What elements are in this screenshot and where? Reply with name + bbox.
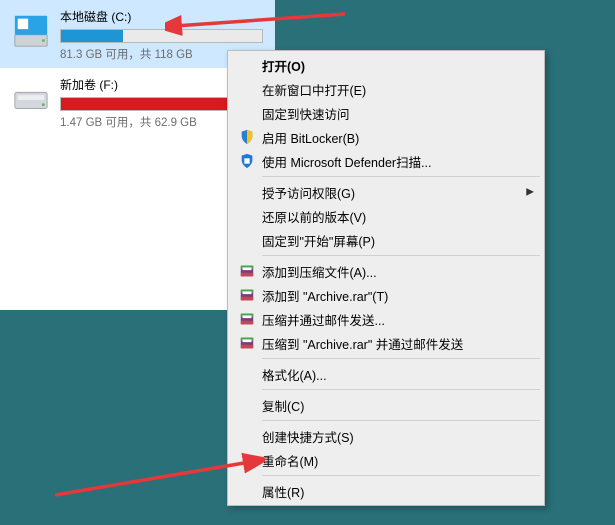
winrar-icon bbox=[238, 310, 256, 328]
winrar-icon bbox=[238, 286, 256, 304]
menu-item[interactable]: 重命名(M) bbox=[230, 448, 542, 472]
menu-item-label: 压缩并通过邮件发送... bbox=[262, 310, 520, 329]
chevron-right-icon: ▶ bbox=[526, 187, 534, 198]
menu-item[interactable]: 属性(R) bbox=[230, 479, 542, 503]
menu-item[interactable]: 在新窗口中打开(E) bbox=[230, 77, 542, 101]
menu-item[interactable]: 添加到 "Archive.rar"(T) bbox=[230, 283, 542, 307]
menu-item[interactable]: 添加到压缩文件(A)... bbox=[230, 259, 542, 283]
menu-item-label: 压缩到 "Archive.rar" 并通过邮件发送 bbox=[262, 334, 520, 353]
menu-item-label: 格式化(A)... bbox=[262, 365, 520, 384]
drive-usage-fill bbox=[61, 30, 123, 42]
menu-item-label: 打开(O) bbox=[262, 56, 520, 75]
menu-icon-placeholder bbox=[238, 183, 256, 201]
menu-icon-placeholder bbox=[238, 365, 256, 383]
menu-icon-placeholder bbox=[238, 207, 256, 225]
menu-item[interactable]: 使用 Microsoft Defender扫描... bbox=[230, 149, 542, 173]
menu-item-label: 还原以前的版本(V) bbox=[262, 207, 520, 226]
menu-icon-placeholder bbox=[238, 56, 256, 74]
menu-icon-placeholder bbox=[238, 451, 256, 469]
menu-icon-placeholder bbox=[238, 80, 256, 98]
winrar-icon bbox=[238, 262, 256, 280]
menu-icon-placeholder bbox=[238, 104, 256, 122]
drive-usage-bar bbox=[60, 29, 263, 43]
menu-item[interactable]: 固定到"开始"屏幕(P) bbox=[230, 228, 542, 252]
menu-icon-placeholder bbox=[238, 427, 256, 445]
menu-item[interactable]: 创建快捷方式(S) bbox=[230, 424, 542, 448]
menu-separator bbox=[262, 389, 540, 390]
drive-context-menu: 打开(O) 在新窗口中打开(E) 固定到快速访问 启用 BitLocker(B) 使… bbox=[227, 50, 545, 506]
menu-item[interactable]: 启用 BitLocker(B) bbox=[230, 125, 542, 149]
menu-item[interactable]: 固定到快速访问 bbox=[230, 101, 542, 125]
menu-icon-placeholder bbox=[238, 396, 256, 414]
menu-item[interactable]: 还原以前的版本(V) bbox=[230, 204, 542, 228]
menu-separator bbox=[262, 358, 540, 359]
menu-separator bbox=[262, 176, 540, 177]
menu-item-label: 添加到 "Archive.rar"(T) bbox=[262, 286, 520, 305]
menu-item[interactable]: 压缩并通过邮件发送... bbox=[230, 307, 542, 331]
menu-item-label: 添加到压缩文件(A)... bbox=[262, 262, 520, 281]
drive-icon bbox=[12, 80, 50, 118]
menu-item-label: 固定到"开始"屏幕(P) bbox=[262, 231, 520, 250]
menu-item-label: 属性(R) bbox=[262, 482, 520, 501]
menu-item[interactable]: 复制(C) bbox=[230, 393, 542, 417]
menu-item-label: 启用 BitLocker(B) bbox=[262, 128, 520, 147]
menu-item-label: 固定到快速访问 bbox=[262, 104, 520, 123]
menu-item[interactable]: 打开(O) bbox=[230, 53, 542, 77]
menu-item[interactable]: 授予访问权限(G) ▶ bbox=[230, 180, 542, 204]
menu-separator bbox=[262, 255, 540, 256]
menu-item-label: 复制(C) bbox=[262, 396, 520, 415]
menu-icon-placeholder bbox=[238, 231, 256, 249]
winrar-icon bbox=[238, 334, 256, 352]
menu-separator bbox=[262, 475, 540, 476]
shield-blue-icon bbox=[238, 128, 256, 146]
menu-item[interactable]: 压缩到 "Archive.rar" 并通过邮件发送 bbox=[230, 331, 542, 355]
shield-defender-icon bbox=[238, 152, 256, 170]
menu-separator bbox=[262, 420, 540, 421]
menu-item-label: 在新窗口中打开(E) bbox=[262, 80, 520, 99]
drive-name: 本地磁盘 (C:) bbox=[60, 8, 263, 25]
menu-item-label: 授予访问权限(G) bbox=[262, 183, 520, 202]
drive-icon bbox=[12, 12, 50, 50]
menu-item-label: 使用 Microsoft Defender扫描... bbox=[262, 152, 520, 171]
menu-item-label: 创建快捷方式(S) bbox=[262, 427, 520, 446]
menu-item[interactable]: 格式化(A)... bbox=[230, 362, 542, 386]
menu-item-label: 重命名(M) bbox=[262, 451, 520, 470]
menu-icon-placeholder bbox=[238, 482, 256, 500]
